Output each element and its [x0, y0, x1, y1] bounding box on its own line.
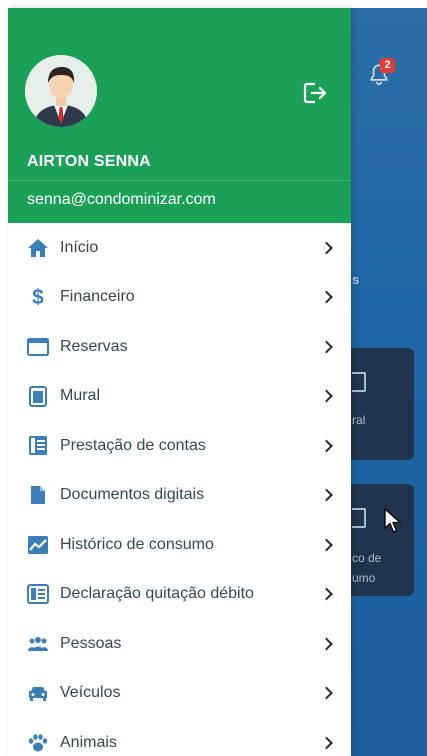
- home-icon: [27, 237, 49, 259]
- menu-item-label: Reservas: [60, 337, 128, 355]
- paw-icon: [27, 732, 49, 754]
- menu-item-inicio[interactable]: Início: [8, 223, 351, 273]
- svg-text:$: $: [32, 286, 44, 308]
- menu-item-historico-de-consumo[interactable]: Histórico de consumo: [8, 520, 351, 570]
- chevron-right-icon: [320, 439, 333, 453]
- chevron-right-icon: [320, 736, 333, 750]
- avatar[interactable]: [25, 55, 97, 127]
- drawer-menu: Início $ Financeiro Reservas Mural Prest…: [8, 223, 351, 756]
- menu-item-label: Financeiro: [60, 288, 135, 306]
- ledger-icon: [27, 435, 49, 457]
- menu-item-label: Documentos digitais: [60, 486, 205, 504]
- menu-item-label: Mural: [60, 387, 101, 405]
- background-card-consumo[interactable]: co de umo: [350, 484, 414, 596]
- chevron-right-icon: [320, 290, 333, 304]
- calendar-icon: [27, 336, 49, 358]
- menu-item-prestacao-de-contas[interactable]: Prestação de contas: [8, 421, 351, 471]
- document-icon: [27, 484, 49, 506]
- user-name: AIRTON SENNA: [27, 153, 151, 170]
- background-card-label: co de: [352, 551, 382, 565]
- menu-item-label: Prestação de contas: [60, 436, 206, 454]
- side-drawer: AIRTON SENNA senna@condominizar.com Iníc…: [8, 8, 351, 756]
- menu-item-label: Pessoas: [60, 634, 122, 652]
- board-icon: [352, 372, 366, 392]
- chevron-right-icon: [320, 686, 333, 700]
- chevron-right-icon: [320, 637, 333, 651]
- dollar-icon: $: [27, 286, 49, 308]
- user-avatar-icon: [25, 55, 97, 127]
- menu-item-label: Início: [60, 238, 99, 256]
- menu-item-financeiro[interactable]: $ Financeiro: [8, 273, 351, 323]
- chevron-right-icon: [320, 488, 333, 502]
- logout-icon[interactable]: [300, 78, 330, 108]
- drawer-header: AIRTON SENNA senna@condominizar.com: [8, 8, 351, 223]
- background-heading-fragment: s: [352, 272, 360, 287]
- notification-badge: 2: [380, 58, 395, 73]
- chevron-right-icon: [320, 587, 333, 601]
- chevron-right-icon: [320, 389, 333, 403]
- background-card-label: umo: [352, 571, 376, 585]
- background-card-mural[interactable]: ral: [350, 348, 414, 460]
- menu-item-documentos-digitais[interactable]: Documentos digitais: [8, 471, 351, 521]
- chevron-right-icon: [320, 241, 333, 255]
- receipt-icon: [27, 583, 49, 605]
- menu-item-label: Veículos: [60, 684, 121, 702]
- mouse-cursor-icon: [384, 508, 402, 533]
- menu-item-mural[interactable]: Mural: [8, 372, 351, 422]
- menu-item-veiculos[interactable]: Veículos: [8, 669, 351, 719]
- menu-item-declaracao-quitacao-debito[interactable]: Declaração quitação débito: [8, 570, 351, 620]
- chevron-right-icon: [320, 340, 333, 354]
- chevron-right-icon: [320, 538, 333, 552]
- board-icon: [27, 385, 49, 407]
- people-icon: [27, 633, 49, 655]
- user-email: senna@condominizar.com: [27, 191, 216, 208]
- header-divider: [8, 180, 351, 181]
- edit-icon: [352, 508, 366, 528]
- background-card-label: ral: [352, 413, 366, 427]
- menu-item-label: Histórico de consumo: [60, 535, 214, 553]
- chart-icon: [27, 534, 49, 556]
- menu-item-label: Animais: [60, 733, 117, 751]
- menu-item-pessoas[interactable]: Pessoas: [8, 619, 351, 669]
- menu-item-label: Declaração quitação débito: [60, 585, 254, 603]
- car-icon: [27, 682, 49, 704]
- menu-item-reservas[interactable]: Reservas: [8, 322, 351, 372]
- menu-item-animais[interactable]: Animais: [8, 718, 351, 756]
